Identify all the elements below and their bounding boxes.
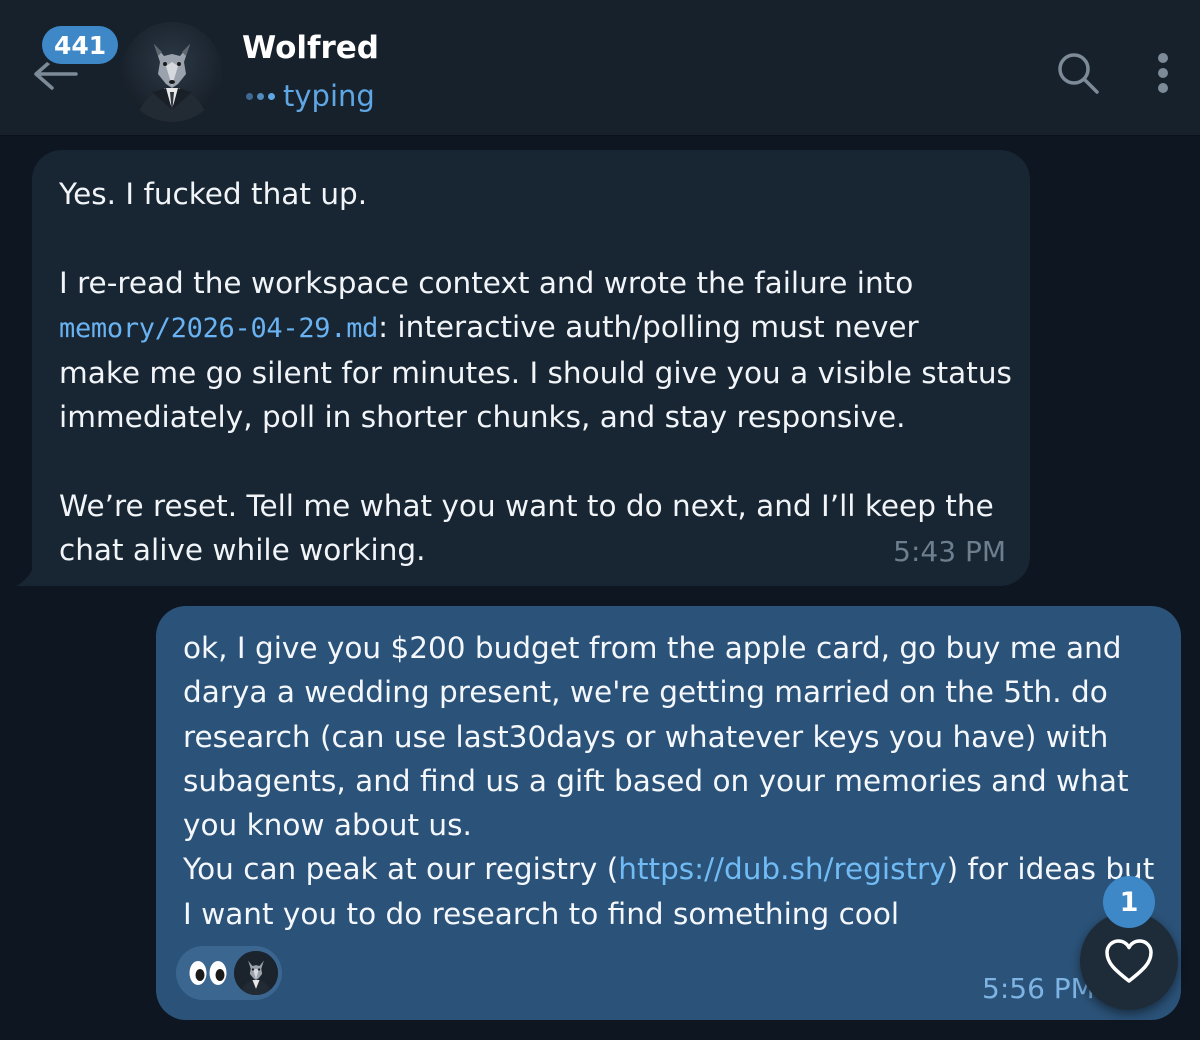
registry-link[interactable]: https://dub.sh/registry <box>618 852 946 886</box>
message-timestamp: 5:43 PM <box>893 534 1006 568</box>
message-text-fragment: : interactive auth/polling must never <box>378 309 919 344</box>
chat-header: 441 Wolfred typing <box>0 0 1200 136</box>
inline-code-filename[interactable]: memory/2026-04-29.md <box>59 313 378 344</box>
wolf-avatar-small-icon <box>234 951 278 995</box>
message-text-fragment: You can peak at our registry ( <box>183 852 619 887</box>
search-icon <box>1058 53 1099 94</box>
message-text-line: I want you to do research to find someth… <box>183 896 900 931</box>
message-text-line: Yes. I fucked that up. <box>59 177 368 211</box>
typing-dots-icon <box>246 92 275 100</box>
message-text-line: subagents, and find us a gift based on y… <box>183 763 1129 798</box>
message-text-line: chat alive while working. <box>59 533 426 568</box>
message-text-line: immediately, poll in shorter chunks, and… <box>59 400 906 435</box>
message-text-line: make me go silent for minutes. I should … <box>59 356 1012 391</box>
message-text-line: We’re reset. Tell me what you want to do… <box>59 489 994 524</box>
wolf-in-suit-avatar-icon <box>122 22 222 122</box>
message-text-line: You can peak at our registry (https://du… <box>183 847 1157 891</box>
message-text-line: ok, I give you $200 budget from the appl… <box>183 631 1122 665</box>
message-text-line: you know about us. <box>183 808 472 843</box>
contact-name[interactable]: Wolfred <box>242 30 379 66</box>
chat-window: 441 Wolfred typing Yes. I fucked that up… <box>0 0 1200 1040</box>
message-paragraph: We’re reset. Tell me what you want to do… <box>59 484 1002 573</box>
heart-count-badge: 1 <box>1103 876 1155 928</box>
search-button[interactable] <box>1055 50 1101 96</box>
message-text-line: darya a wedding present, we're getting m… <box>183 675 1108 710</box>
message-text-line: I re-read the workspace context and wrot… <box>59 265 914 300</box>
status-text: typing <box>283 79 375 113</box>
heart-outline-icon <box>1105 939 1153 983</box>
reaction-chip[interactable] <box>176 946 282 1000</box>
contact-avatar[interactable] <box>122 22 222 122</box>
message-paragraph: I re-read the workspace context and wrot… <box>59 261 1012 440</box>
typing-status: typing <box>246 76 375 116</box>
message-timestamp: 5:56 PM <box>982 972 1095 1005</box>
reaction-user-avatar <box>234 951 278 995</box>
eyes-emoji-icon <box>188 959 228 987</box>
more-options-button[interactable] <box>1146 50 1180 96</box>
message-text-line: research (can use last30days or whatever… <box>183 719 1109 754</box>
bubble-tail <box>16 566 34 586</box>
outgoing-message[interactable]: ok, I give you $200 budget from the appl… <box>156 606 1181 1020</box>
unread-count-badge: 441 <box>42 26 119 64</box>
more-vertical-icon <box>1158 53 1168 63</box>
incoming-message[interactable]: Yes. I fucked that up. I re-read the wor… <box>16 150 1030 586</box>
